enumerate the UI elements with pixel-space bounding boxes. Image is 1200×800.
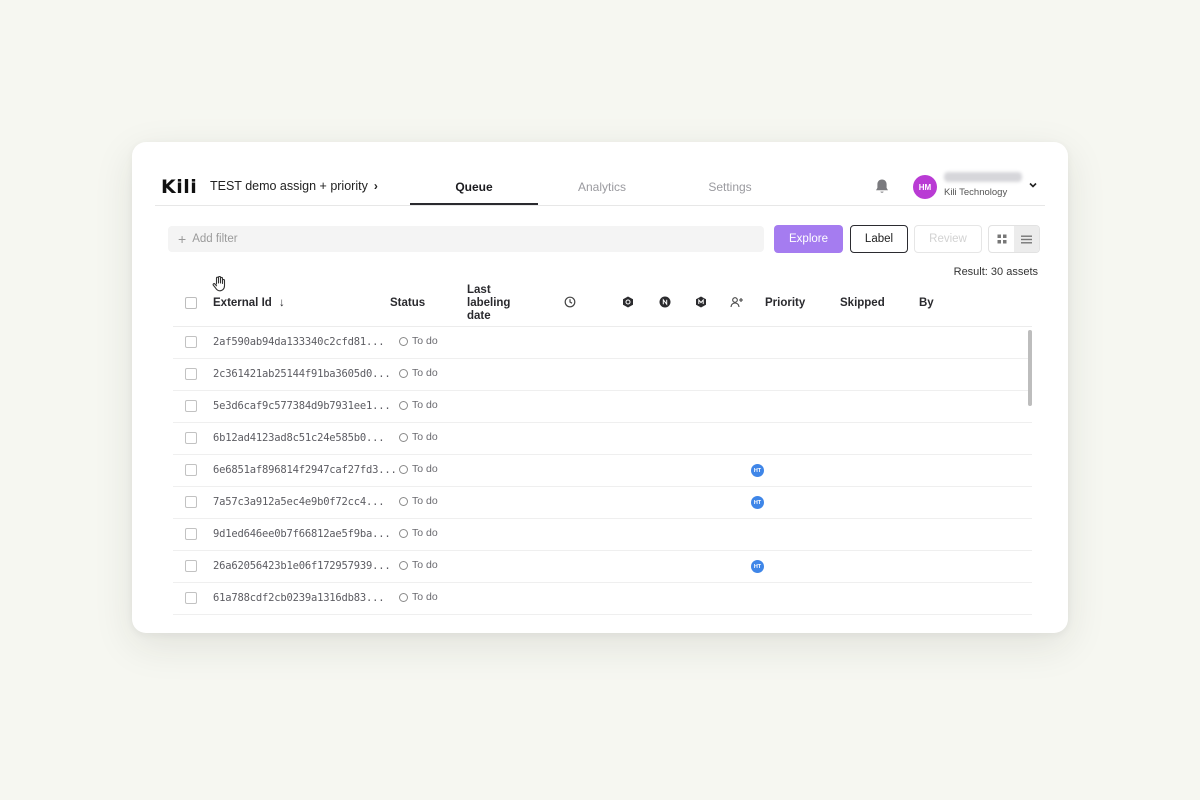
kili-logo[interactable]: Kili bbox=[161, 176, 197, 198]
header-divider bbox=[155, 205, 1045, 206]
user-organization: Kili Technology bbox=[944, 187, 1008, 198]
assignee-avatar[interactable]: HT bbox=[751, 464, 764, 477]
external-id-cell[interactable]: 2c361421ab25144f91ba3605d0... bbox=[213, 368, 391, 380]
list-icon bbox=[1021, 235, 1032, 243]
project-name: TEST demo assign + priority bbox=[210, 179, 368, 193]
row-checkbox[interactable] bbox=[185, 528, 197, 540]
external-id-cell[interactable]: 61a788cdf2cb0239a1316db83... bbox=[213, 592, 385, 604]
external-id-cell[interactable]: 5e3d6caf9c577384d9b7931ee1... bbox=[213, 400, 391, 412]
status-label: To do bbox=[412, 527, 438, 539]
status-label: To do bbox=[412, 559, 438, 571]
project-breadcrumb[interactable]: TEST demo assign + priority › bbox=[210, 179, 378, 193]
todo-status-icon bbox=[399, 400, 408, 410]
scrollbar-thumb[interactable] bbox=[1028, 330, 1032, 406]
row-checkbox[interactable] bbox=[185, 400, 197, 412]
status-cell: To do bbox=[399, 591, 438, 603]
app-window: Kili TEST demo assign + priority › Queue… bbox=[132, 142, 1068, 633]
external-id-cell[interactable]: 7a57c3a912a5ec4e9b0f72cc4... bbox=[213, 496, 385, 508]
table-row[interactable]: 7a57c3a912a5ec4e9b0f72cc4... To do HT bbox=[173, 487, 1032, 519]
sort-arrow-down-icon[interactable]: ↓ bbox=[279, 297, 285, 309]
todo-status-icon bbox=[399, 560, 408, 570]
column-header-last-labeling-date[interactable]: Last labeling date bbox=[467, 284, 523, 323]
table-row[interactable]: 6b12ad4123ad8c51c24e585b0... To do bbox=[173, 423, 1032, 455]
todo-status-icon bbox=[399, 432, 408, 442]
clock-icon[interactable] bbox=[564, 296, 576, 308]
table-row[interactable]: 6e6851af896814f2947caf27fd3... To do HT bbox=[173, 455, 1032, 487]
tab-analytics[interactable]: Analytics bbox=[538, 180, 666, 194]
table-row[interactable]: 26a62056423b1e06f172957939... To do HT bbox=[173, 551, 1032, 583]
add-filter-placeholder: Add filter bbox=[192, 233, 238, 245]
row-checkbox[interactable] bbox=[185, 464, 197, 476]
todo-status-icon bbox=[399, 336, 408, 346]
chevron-right-icon: › bbox=[373, 179, 378, 193]
select-all-checkbox[interactable] bbox=[185, 297, 197, 309]
category-m-icon[interactable] bbox=[695, 296, 707, 308]
user-name-redacted bbox=[944, 172, 1022, 182]
review-button[interactable]: Review bbox=[914, 225, 982, 253]
grid-icon bbox=[997, 234, 1006, 244]
category-n-icon[interactable] bbox=[659, 296, 671, 308]
todo-status-icon bbox=[399, 592, 408, 602]
table-row[interactable]: 61a788cdf2cb0239a1316db83... To do bbox=[173, 583, 1032, 615]
column-header-skipped[interactable]: Skipped bbox=[840, 297, 885, 309]
status-cell: To do bbox=[399, 431, 438, 443]
assignee-avatar[interactable]: HT bbox=[751, 560, 764, 573]
column-header-status[interactable]: Status bbox=[390, 297, 425, 309]
row-checkbox[interactable] bbox=[185, 560, 197, 572]
hand-cursor-icon bbox=[212, 276, 226, 292]
list-view-button[interactable] bbox=[1014, 226, 1039, 252]
todo-status-icon bbox=[399, 496, 408, 506]
table-row[interactable]: 2af590ab94da133340c2cfd81... To do bbox=[173, 327, 1032, 359]
add-assignee-icon[interactable] bbox=[730, 296, 744, 308]
category-c-icon[interactable] bbox=[622, 296, 634, 308]
todo-status-icon bbox=[399, 464, 408, 474]
status-label: To do bbox=[412, 495, 438, 507]
status-cell: To do bbox=[399, 495, 438, 507]
external-id-cell[interactable]: 26a62056423b1e06f172957939... bbox=[213, 560, 391, 572]
status-label: To do bbox=[412, 431, 438, 443]
external-id-cell[interactable]: 2af590ab94da133340c2cfd81... bbox=[213, 336, 385, 348]
status-cell: To do bbox=[399, 527, 438, 539]
row-checkbox[interactable] bbox=[185, 592, 197, 604]
status-label: To do bbox=[412, 463, 438, 475]
column-header-by[interactable]: By bbox=[919, 297, 934, 309]
assignee-avatar[interactable]: HT bbox=[751, 496, 764, 509]
column-header-priority[interactable]: Priority bbox=[765, 297, 805, 309]
grid-view-button[interactable] bbox=[989, 226, 1014, 252]
status-cell: To do bbox=[399, 399, 438, 411]
external-id-cell[interactable]: 6e6851af896814f2947caf27fd3... bbox=[213, 464, 397, 476]
label-button[interactable]: Label bbox=[850, 225, 908, 253]
tab-queue[interactable]: Queue bbox=[410, 180, 538, 194]
result-count: Result: 30 assets bbox=[953, 266, 1038, 278]
status-cell: To do bbox=[399, 463, 438, 475]
table-row[interactable]: 5e3d6caf9c577384d9b7931ee1... To do bbox=[173, 391, 1032, 423]
row-checkbox[interactable] bbox=[185, 432, 197, 444]
status-cell: To do bbox=[399, 335, 438, 347]
status-label: To do bbox=[412, 591, 438, 603]
chevron-down-icon[interactable] bbox=[1028, 180, 1038, 190]
todo-status-icon bbox=[399, 368, 408, 378]
table-row[interactable]: 2c361421ab25144f91ba3605d0... To do bbox=[173, 359, 1032, 391]
explore-button[interactable]: Explore bbox=[774, 225, 843, 253]
status-label: To do bbox=[412, 367, 438, 379]
add-filter-input[interactable]: + Add filter bbox=[168, 226, 764, 252]
plus-icon: + bbox=[178, 231, 187, 247]
user-avatar[interactable]: HM bbox=[913, 175, 937, 199]
column-header-external-id[interactable]: External Id ↓ bbox=[213, 297, 285, 309]
status-cell: To do bbox=[399, 559, 438, 571]
row-checkbox[interactable] bbox=[185, 496, 197, 508]
table-row[interactable]: 9d1ed646ee0b7f66812ae5f9ba... To do bbox=[173, 519, 1032, 551]
status-cell: To do bbox=[399, 367, 438, 379]
status-label: To do bbox=[412, 399, 438, 411]
external-id-cell[interactable]: 9d1ed646ee0b7f66812ae5f9ba... bbox=[213, 528, 391, 540]
row-checkbox[interactable] bbox=[185, 336, 197, 348]
tab-settings[interactable]: Settings bbox=[666, 180, 794, 194]
status-label: To do bbox=[412, 335, 438, 347]
view-toggle bbox=[988, 225, 1040, 253]
external-id-label: External Id bbox=[213, 297, 272, 309]
todo-status-icon bbox=[399, 528, 408, 538]
row-checkbox[interactable] bbox=[185, 368, 197, 380]
bell-icon[interactable] bbox=[874, 178, 890, 196]
external-id-cell[interactable]: 6b12ad4123ad8c51c24e585b0... bbox=[213, 432, 385, 444]
